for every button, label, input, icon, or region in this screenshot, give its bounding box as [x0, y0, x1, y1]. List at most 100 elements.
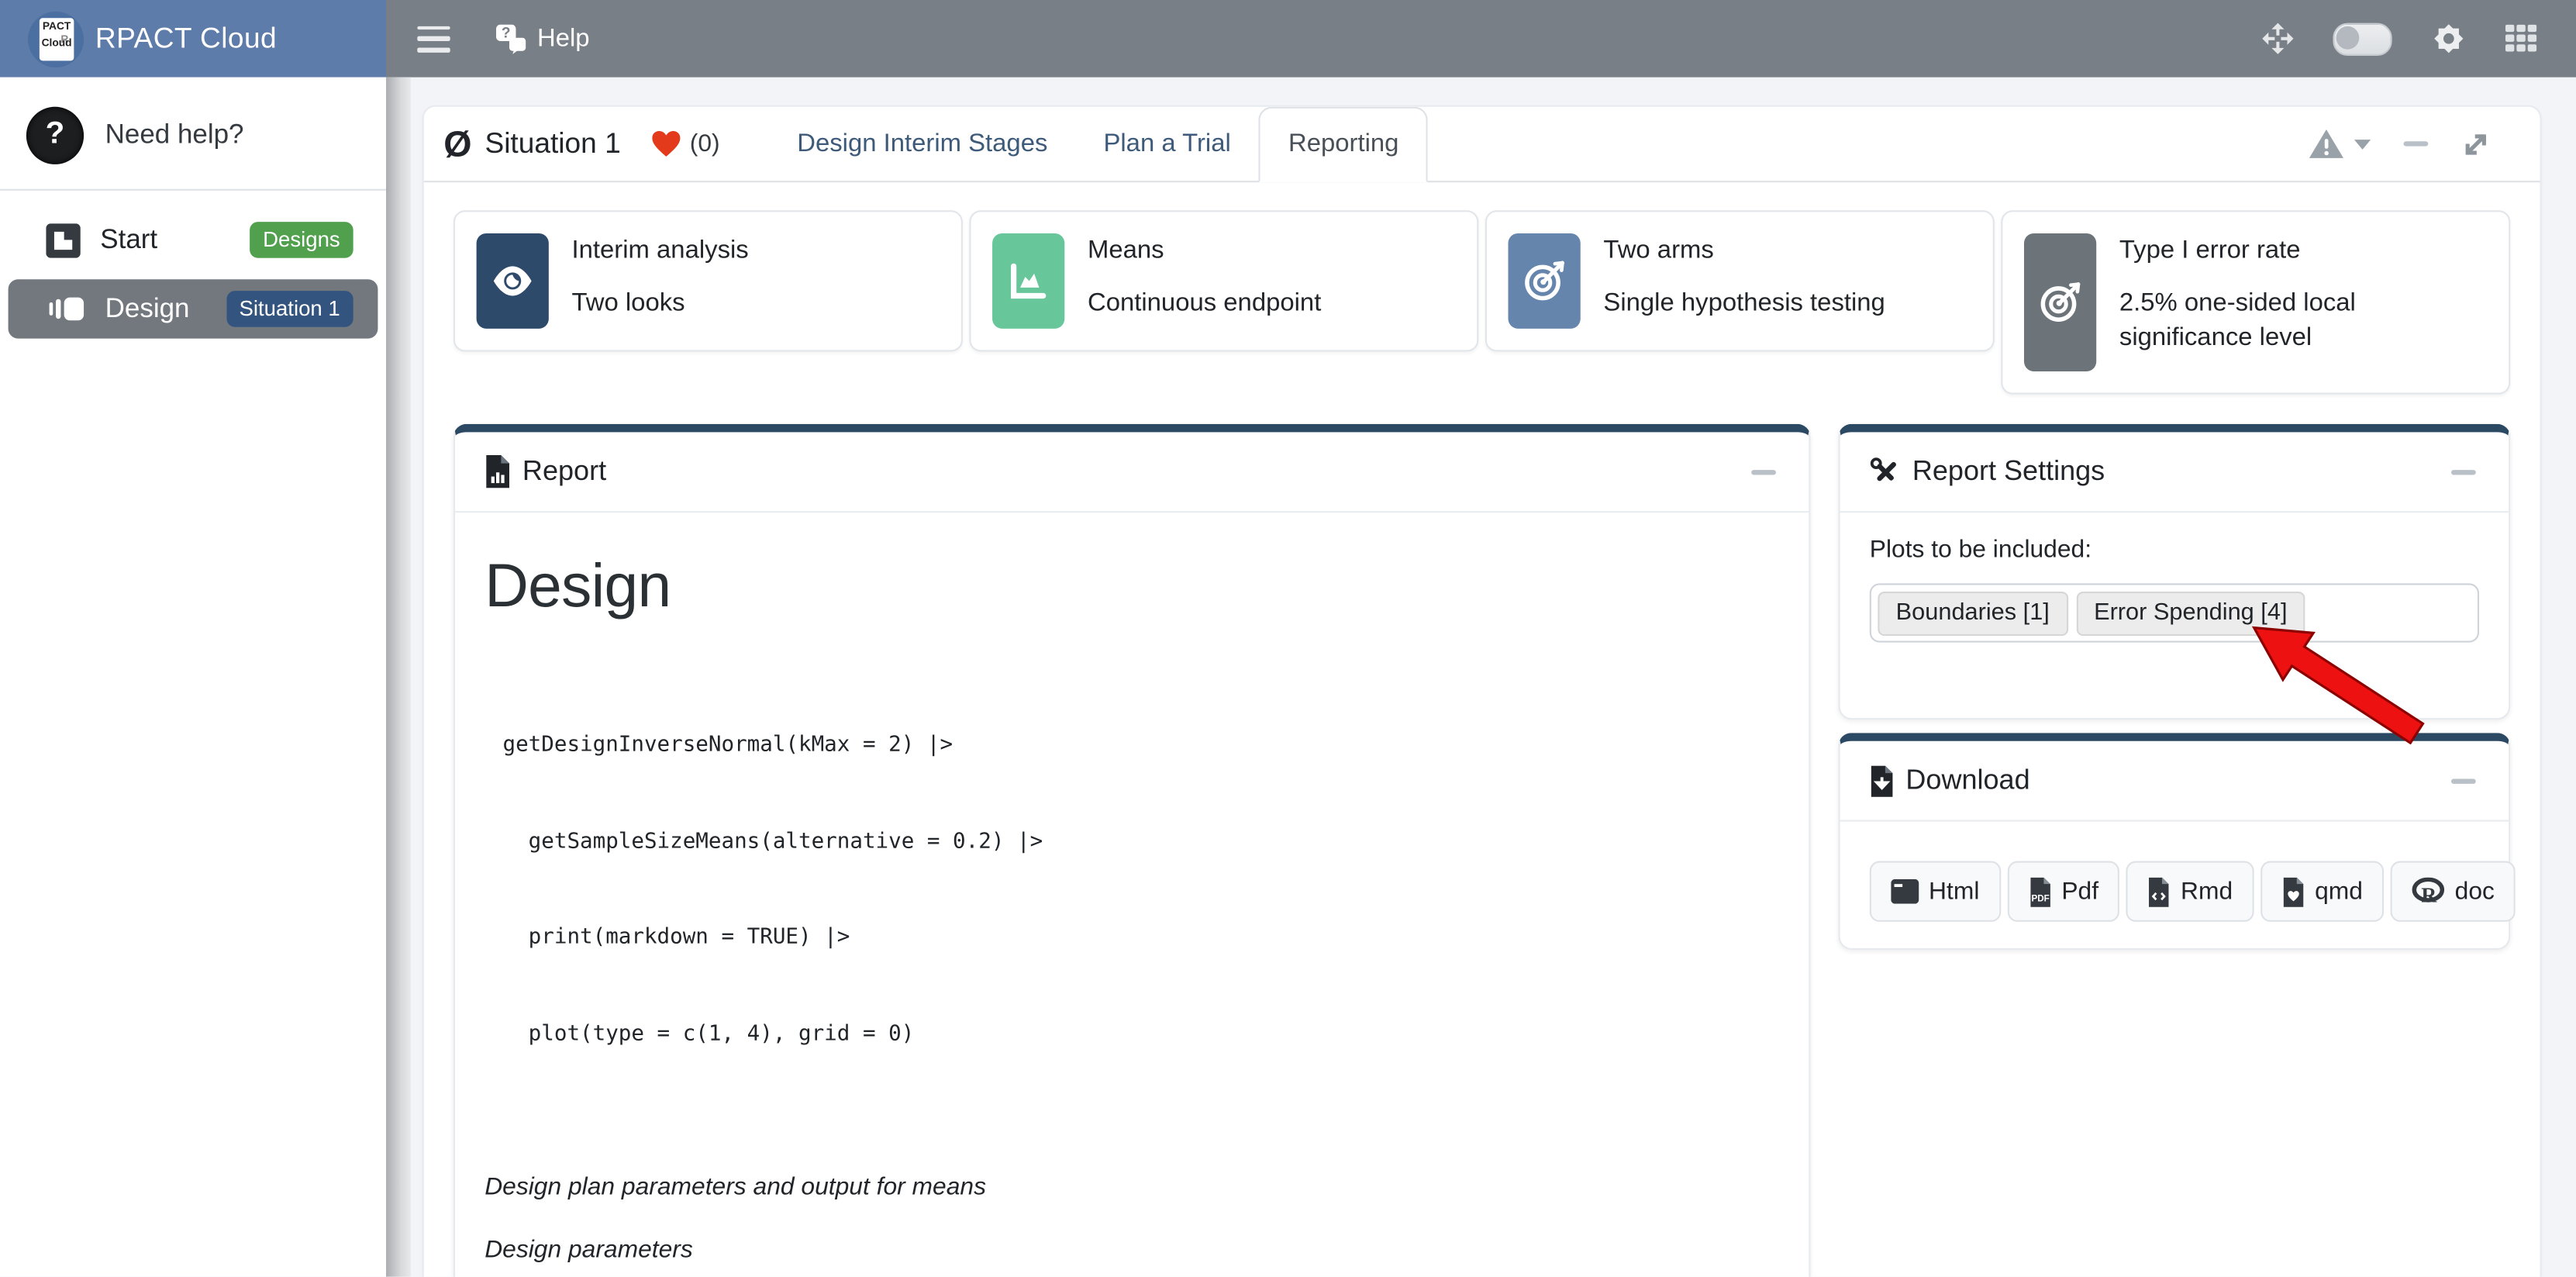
plots-included-label: Plots to be included:	[1870, 536, 2479, 564]
sidebar-toggle-button[interactable]	[417, 26, 450, 52]
chevron-down-icon	[2354, 139, 2371, 149]
tab-plan-a-trial[interactable]: Plan a Trial	[1075, 107, 1258, 181]
warning-triangle-icon	[2309, 128, 2345, 159]
tab-design-interim-stages[interactable]: Design Interim Stages	[769, 107, 1075, 181]
window-icon	[1891, 879, 1919, 904]
grid-table-icon[interactable]	[2505, 25, 2536, 53]
svg-text:PDF: PDF	[2031, 892, 2049, 903]
theme-toggle-switch[interactable]	[2333, 22, 2392, 55]
report-section-design-parameters: Design parameters	[485, 1236, 1779, 1264]
summary-cards-row: Interim analysis Two looks Means Continu…	[453, 210, 2510, 394]
tab-bar: Ø Situation 1 (0) Design Interim Stages …	[424, 107, 2540, 182]
help-button[interactable]: ? Help	[495, 23, 590, 54]
r-logo-icon: R	[2412, 878, 2445, 906]
area-chart-icon	[992, 233, 1064, 329]
download-title: Download	[1905, 764, 2029, 796]
app-title: RPACT Cloud	[95, 22, 277, 57]
fullscreen-arrows-icon[interactable]	[2262, 23, 2293, 54]
card-subtitle: Single hypothesis testing	[1603, 286, 1885, 321]
plot-chip-error-spending[interactable]: Error Spending [4]	[2076, 591, 2305, 635]
file-chart-icon	[485, 455, 511, 488]
start-stairs-icon	[46, 223, 81, 257]
report-settings-title: Report Settings	[1912, 455, 2105, 488]
minimize-card-button[interactable]	[2404, 141, 2429, 146]
plots-multiselect-input[interactable]: Boundaries [1] Error Spending [4]	[1870, 583, 2479, 642]
report-settings-panel: Report Settings Plots to be included: Bo…	[1838, 424, 2510, 720]
download-doc-button[interactable]: R doc	[2391, 861, 2516, 922]
app-window: R PACT Cloud RPACT Cloud ? Help	[0, 0, 2576, 1277]
download-buttons-row: Html PDF Pdf	[1840, 822, 2509, 922]
summary-card-means: Means Continuous endpoint	[969, 210, 1478, 351]
need-help-label: Need help?	[105, 119, 244, 150]
file-code-icon	[2148, 877, 2171, 906]
sidebar-item-label: Start	[100, 224, 157, 255]
logo-text-top: PACT	[40, 20, 74, 33]
minimize-download-button[interactable]	[2451, 778, 2476, 782]
card-title: Means	[1088, 236, 1321, 266]
brand-header: R PACT Cloud RPACT Cloud	[0, 0, 386, 78]
download-qmd-button[interactable]: qmd	[2260, 861, 2384, 922]
report-panel-header: Report	[455, 432, 1809, 513]
help-label: Help	[537, 24, 590, 53]
help-bubble-icon: ?	[495, 23, 529, 54]
rpact-logo: R PACT Cloud	[28, 11, 84, 67]
download-rmd-button[interactable]: Rmd	[2126, 861, 2254, 922]
report-panel-title: Report	[522, 455, 606, 488]
circle-slash-icon: Ø	[443, 126, 471, 162]
bullseye-arrow-icon	[2024, 233, 2096, 371]
situation-title: Situation 1	[485, 126, 620, 161]
card-title: Type I error rate	[2119, 236, 2488, 266]
minimize-report-button[interactable]	[1751, 469, 1776, 474]
warnings-dropdown[interactable]	[2309, 128, 2371, 159]
card-title: Interim analysis	[572, 236, 749, 266]
card-subtitle: Continuous endpoint	[1088, 286, 1321, 321]
download-pdf-button[interactable]: PDF Pdf	[2007, 861, 2119, 922]
report-panel: Report Design getDesignInverseNormal(kMa…	[453, 424, 1811, 1277]
heart-icon	[650, 129, 681, 157]
download-html-button[interactable]: Html	[1870, 861, 2001, 922]
sidebar-divider	[0, 189, 386, 191]
plot-chip-boundaries[interactable]: Boundaries [1]	[1878, 591, 2067, 635]
report-settings-header: Report Settings	[1840, 432, 2509, 513]
situation-card: Ø Situation 1 (0) Design Interim Stages …	[422, 105, 2542, 1277]
expand-diagonal-icon[interactable]	[2461, 129, 2491, 158]
sidebar-item-design[interactable]: Design Situation 1	[9, 279, 378, 338]
report-heading: Design	[485, 552, 1779, 621]
card-title: Two arms	[1603, 236, 1885, 266]
r-code-block: getDesignInverseNormal(kMax = 2) |> getS…	[503, 665, 1780, 1114]
favorite-control[interactable]: (0)	[650, 129, 720, 157]
tabs: Design Interim Stages Plan a Trial Repor…	[769, 107, 1428, 181]
favorite-count: (0)	[690, 129, 720, 157]
need-help-link[interactable]: ? Need help?	[0, 104, 386, 167]
vertical-scrollbar[interactable]	[386, 78, 411, 1277]
download-header: Download	[1840, 741, 2509, 822]
minimize-settings-button[interactable]	[2451, 469, 2476, 474]
top-bar: R PACT Cloud RPACT Cloud ? Help	[0, 0, 2576, 78]
download-panel: Download Html	[1838, 733, 2510, 950]
card-subtitle: 2.5% one-sided local significance level	[2119, 286, 2488, 355]
file-heart-icon	[2282, 877, 2305, 906]
sun-settings-icon[interactable]	[2432, 22, 2467, 57]
tools-icon	[1870, 456, 1901, 487]
file-pdf-icon: PDF	[2029, 877, 2052, 906]
svg-text:R: R	[2422, 882, 2438, 905]
tab-reporting[interactable]: Reporting	[1259, 107, 1429, 182]
sidebar-item-label: Design	[105, 293, 190, 324]
report-subtitle: Design plan parameters and output for me…	[485, 1173, 1779, 1201]
summary-card-two-arms: Two arms Single hypothesis testing	[1485, 210, 1995, 351]
file-download-icon	[1870, 765, 1895, 796]
logo-r-glyph: R	[60, 33, 68, 47]
summary-card-type-1-error: Type I error rate 2.5% one-sided local s…	[2001, 210, 2510, 394]
card-subtitle: Two looks	[572, 286, 749, 321]
bullseye-arrow-icon	[1509, 233, 1581, 329]
situation-badge: Situation 1	[226, 291, 353, 327]
summary-card-interim-analysis: Interim analysis Two looks	[453, 210, 963, 351]
eye-icon	[477, 233, 549, 329]
question-mark-icon: ?	[26, 106, 84, 164]
svg-text:?: ?	[502, 26, 511, 42]
designs-badge: Designs	[250, 222, 353, 258]
situation-header: Ø Situation 1 (0)	[443, 107, 719, 181]
sidebar: ? Need help? Start Designs Desig	[0, 78, 386, 1277]
report-content: Design getDesignInverseNormal(kMax = 2) …	[455, 552, 1809, 1277]
sidebar-item-start[interactable]: Start Designs	[9, 214, 378, 267]
